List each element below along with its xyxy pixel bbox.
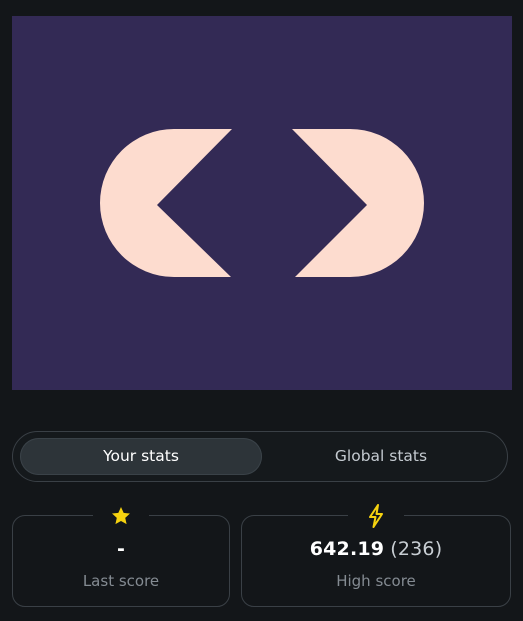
last-score-value: - [116, 538, 126, 560]
stats-tabs: Your stats Global stats [12, 431, 508, 482]
last-score-label: Last score [82, 572, 160, 590]
game-thumbnail [12, 16, 512, 390]
high-score-rank: (236) [390, 538, 443, 560]
tab-your-stats[interactable]: Your stats [20, 438, 262, 475]
right-bracket-shape [292, 129, 424, 277]
tab-global-stats[interactable]: Global stats [262, 438, 500, 475]
angle-brackets-logo-icon [100, 129, 424, 277]
high-score-value: 642.19 (236) [242, 538, 510, 560]
high-score-card: 642.19 (236) High score [241, 502, 511, 607]
lightning-icon [348, 502, 404, 530]
left-bracket-shape [100, 129, 232, 277]
last-score-card: - Last score [12, 502, 230, 607]
game-stats-panel: Your stats Global stats - Last score 642… [0, 0, 523, 621]
star-icon [93, 502, 149, 530]
high-score-label: High score [336, 572, 416, 590]
high-score-number: 642.19 [309, 538, 385, 560]
